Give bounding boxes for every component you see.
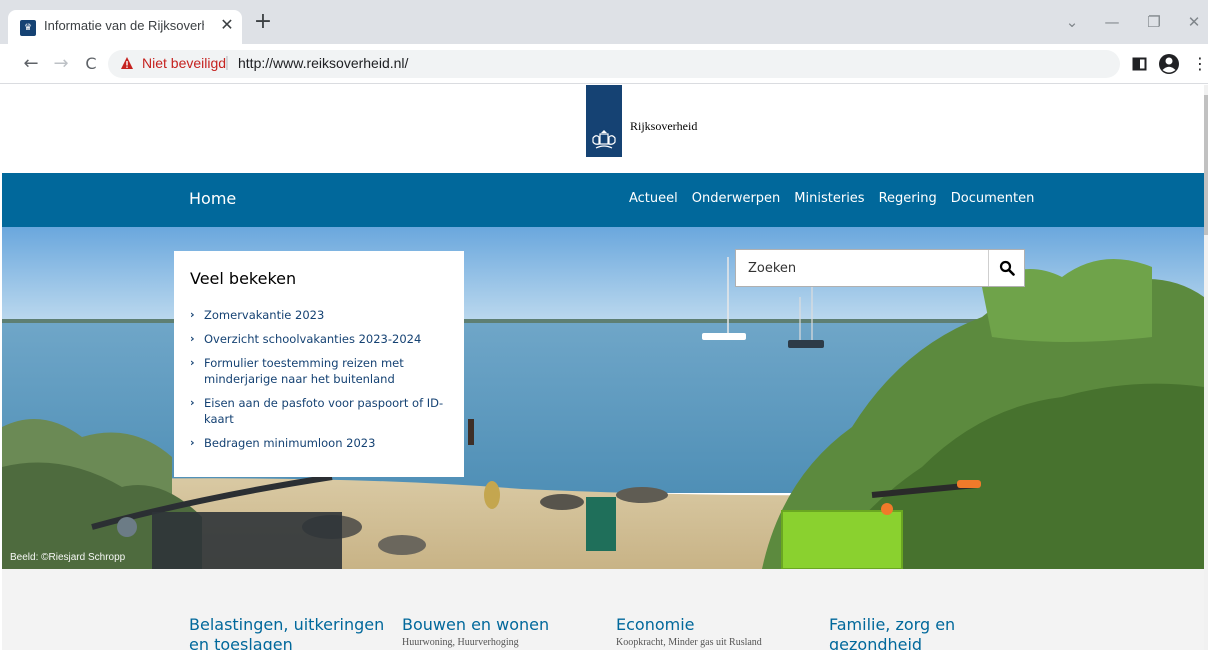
topic-card[interactable]: Familie, zorg en gezondheid xyxy=(829,615,989,650)
topic-subtitle: Huurwoning, Huurverhoging xyxy=(402,637,519,648)
site-favicon-icon: ♛ xyxy=(20,20,36,36)
scrollbar-thumb[interactable] xyxy=(1204,95,1208,235)
site-logo-text[interactable]: Rijksoverheid xyxy=(630,119,697,134)
popular-link-text[interactable]: Zomervakantie 2023 xyxy=(204,308,324,322)
address-bar[interactable]: Niet beveiligd | http://www.reiksoverhei… xyxy=(108,50,1120,78)
tab-title: Informatie van de Rijksoverheid | xyxy=(44,18,204,33)
topic-subtitle: Koopkracht, Minder gas uit Rusland xyxy=(616,637,762,648)
warning-icon xyxy=(121,57,133,69)
topic-title[interactable]: Economie xyxy=(616,615,816,635)
chevron-right-icon: › xyxy=(190,356,195,369)
popular-link-text[interactable]: Bedragen minimumloon 2023 xyxy=(204,436,375,450)
topic-title[interactable]: Familie, zorg en gezondheid xyxy=(829,615,989,650)
nav-link-onderwerpen[interactable]: Onderwerpen xyxy=(692,191,781,206)
reload-button[interactable]: C xyxy=(80,53,102,75)
topic-card[interactable]: Economie Koopkracht, Minder gas uit Rusl… xyxy=(616,615,816,648)
search-button[interactable] xyxy=(988,250,1024,286)
close-window-button[interactable]: ✕ xyxy=(1184,12,1204,32)
nav-link-documenten[interactable]: Documenten xyxy=(951,191,1035,206)
popular-link-text[interactable]: Formulier toestemming reizen met minderj… xyxy=(204,356,404,386)
popular-box: Veel bekeken › Zomervakantie 2023 › Overzi… xyxy=(174,251,464,477)
hero-image: Beeld: ©Riesjard Schropp Veel bekeken › Z… xyxy=(2,227,1204,569)
popular-link-text[interactable]: Eisen aan de pasfoto voor paspoort of ID… xyxy=(204,396,443,426)
topic-title[interactable]: Belastingen, uitkeringen en toeslagen xyxy=(189,615,389,650)
chevron-right-icon: › xyxy=(190,332,195,345)
popular-list: › Zomervakantie 2023 › Overzicht schoolvak… xyxy=(190,307,450,459)
search-box xyxy=(735,249,1025,287)
side-panel-icon[interactable] xyxy=(1132,53,1148,75)
chevron-right-icon: › xyxy=(190,436,195,449)
topics-section: Belastingen, uitkeringen en toeslagen Bo… xyxy=(2,569,1204,650)
forward-button[interactable]: → xyxy=(50,53,72,75)
tab-search-chevron-icon[interactable]: ⌄ xyxy=(1062,12,1082,32)
main-navigation: Home Actueel Onderwerpen Ministeries Reg… xyxy=(2,173,1204,227)
search-input[interactable] xyxy=(736,250,986,286)
restore-button[interactable]: ❐ xyxy=(1144,12,1164,32)
back-button[interactable]: ← xyxy=(20,53,42,75)
popular-title: Veel bekeken xyxy=(190,269,297,288)
nav-link-actueel[interactable]: Actueel xyxy=(629,191,678,206)
minimize-button[interactable]: — xyxy=(1102,12,1122,32)
web-page: Rijksoverheid Home Actueel Onderwerpen M… xyxy=(2,85,1204,650)
chevron-right-icon: › xyxy=(190,396,195,409)
nav-link-regering[interactable]: Regering xyxy=(879,191,937,206)
topic-card[interactable]: Bouwen en wonen Huurwoning, Huurverhogin… xyxy=(402,615,602,648)
close-tab-icon[interactable]: ✕ xyxy=(218,16,236,34)
menu-dots-icon[interactable]: ⋮ xyxy=(1192,53,1208,75)
browser-toolbar: ← → C Niet beveiligd | http://www.reikso… xyxy=(0,44,1208,84)
search-icon xyxy=(999,260,1015,276)
popular-link[interactable]: › Formulier toestemming reizen met minder… xyxy=(190,355,450,387)
image-credit: Beeld: ©Riesjard Schropp xyxy=(10,552,126,563)
nav-links: Actueel Onderwerpen Ministeries Regering… xyxy=(629,191,1034,206)
tab-strip: ♛ Informatie van de Rijksoverheid | ✕ + … xyxy=(0,0,1208,44)
browser-tab[interactable]: ♛ Informatie van de Rijksoverheid | ✕ xyxy=(8,10,242,44)
nav-home-link[interactable]: Home xyxy=(189,189,236,208)
popular-link[interactable]: › Overzicht schoolvakanties 2023-2024 xyxy=(190,331,450,347)
popular-link[interactable]: › Eisen aan de pasfoto voor paspoort of I… xyxy=(190,395,450,427)
popular-link[interactable]: › Zomervakantie 2023 xyxy=(190,307,450,323)
coat-of-arms-icon xyxy=(592,130,616,149)
chevron-right-icon: › xyxy=(190,308,195,321)
new-tab-button[interactable]: + xyxy=(252,11,274,34)
popular-link[interactable]: › Bedragen minimumloon 2023 xyxy=(190,435,450,451)
profile-avatar-icon[interactable] xyxy=(1157,53,1181,75)
url-text[interactable]: http://www.reiksoverheid.nl/ xyxy=(238,55,408,71)
not-secure-label[interactable]: Niet beveiligd xyxy=(142,55,226,71)
popular-link-text[interactable]: Overzicht schoolvakanties 2023-2024 xyxy=(204,332,421,346)
topic-title[interactable]: Bouwen en wonen xyxy=(402,615,602,635)
nav-link-ministeries[interactable]: Ministeries xyxy=(794,191,864,206)
omnibox-separator: | xyxy=(225,54,229,71)
topic-card[interactable]: Belastingen, uitkeringen en toeslagen xyxy=(189,615,389,650)
